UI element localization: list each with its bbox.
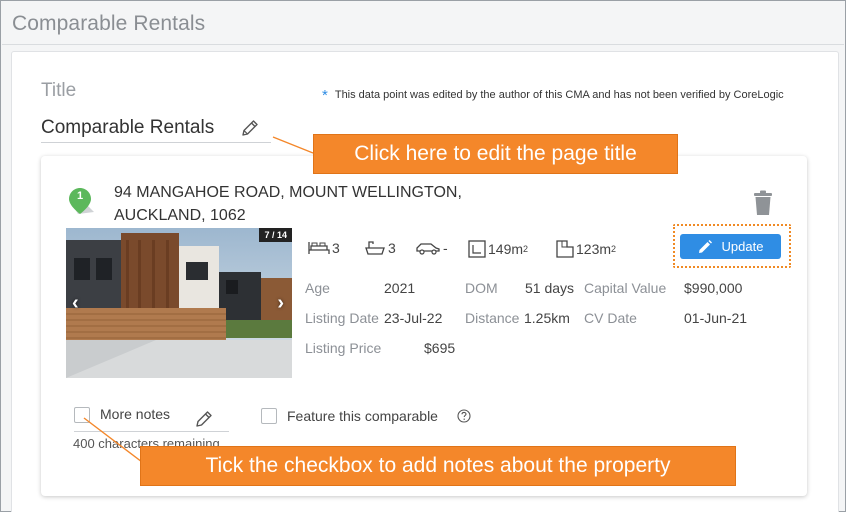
edit-title-callout: Click here to edit the page title (313, 134, 678, 174)
callout-leader-lines (83, 136, 314, 463)
notes-checkbox-callout: Tick the checkbox to add notes about the… (140, 446, 736, 486)
